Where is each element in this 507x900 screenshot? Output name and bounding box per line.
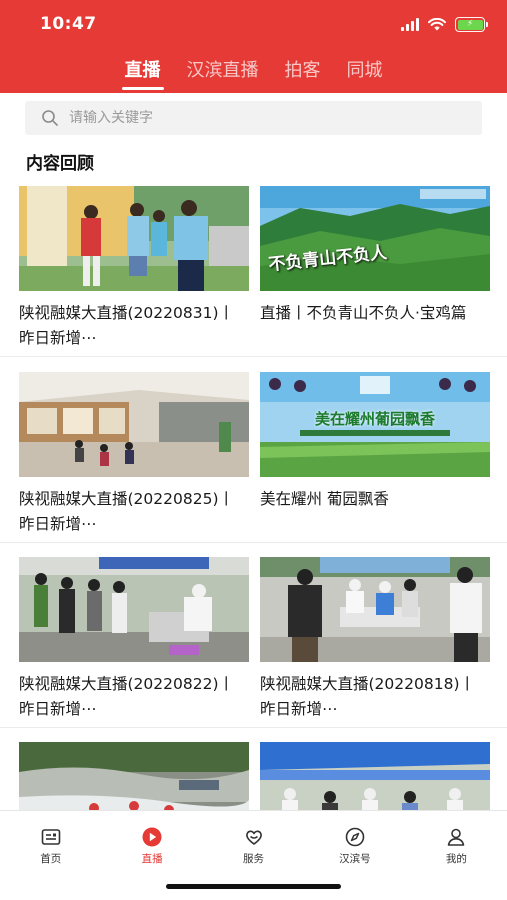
app-header: 10:47 ⚡ 直播 汉滨直播 拍客 同城 [0,0,507,93]
content-grid: 陕视融媒大直播(20220831)丨昨日新增⋯ 不负青山不负人 直播丨不负青山不… [0,186,507,810]
video-card[interactable] [260,742,490,810]
tab-live[interactable]: 直播 [125,56,161,93]
battery-icon: ⚡ [455,17,488,32]
video-title: 美在耀州 葡园飘香 [260,490,389,508]
bottom-navigation: 首页 直播 服务 汉滨号 我的 [0,810,507,872]
thumbnail-caption: 美在耀州葡园飘香 [314,410,435,428]
video-thumbnail-mall [19,372,249,477]
nav-hanbin[interactable]: 汉滨号 [304,811,405,872]
wifi-icon [428,18,446,31]
video-card[interactable]: 陕视融媒大直播(20220831)丨昨日新增⋯ [19,186,249,351]
nav-live[interactable]: 直播 [101,811,202,872]
nav-home[interactable]: 首页 [0,811,101,872]
row-divider [0,542,507,543]
video-title: 直播丨不负青山不负人·宝鸡篇 [260,304,467,322]
row-divider [0,356,507,357]
video-thumbnail-river-rescue [19,742,249,810]
video-thumbnail-tent-queue [260,742,490,810]
video-title: 陕视融媒大直播(20220822)丨昨日新增⋯ [19,675,234,718]
search-bar[interactable] [25,101,482,135]
video-title: 陕视融媒大直播(20220825)丨昨日新增⋯ [19,490,234,533]
video-thumbnail-volunteers [19,186,249,291]
video-card[interactable]: 陕视融媒大直播(20220818)丨 昨日新增⋯ [260,557,490,722]
home-icon [41,829,61,845]
status-bar: 10:47 ⚡ [0,0,507,50]
video-title: 陕视融媒大直播(20220831)丨昨日新增⋯ [19,304,234,347]
status-time: 10:47 [40,14,97,34]
row-divider [0,727,507,728]
compass-icon [345,827,365,847]
nav-label: 直播 [141,853,163,865]
home-indicator[interactable] [166,884,341,889]
video-title: 陕视融媒大直播(20220818)丨 昨日新增⋯ [260,675,475,718]
search-icon [42,110,58,126]
tab-tongcheng[interactable]: 同城 [347,56,383,93]
nav-profile[interactable]: 我的 [406,811,507,872]
video-thumbnail-mountains: 不负青山不负人 [260,186,490,291]
status-icons: ⚡ [401,17,488,32]
nav-label: 汉滨号 [339,853,371,865]
profile-icon [448,828,465,846]
video-thumbnail-testing-crowd [260,557,490,662]
nav-label: 服务 [243,853,265,865]
nav-label: 首页 [40,853,62,865]
search-input[interactable] [69,110,449,126]
tab-paike[interactable]: 拍客 [285,56,321,93]
section-title: 内容回顾 [26,154,94,174]
video-card[interactable]: 美在耀州葡园飘香 美在耀州 葡园飘香 [260,372,490,537]
top-tabs: 直播 汉滨直播 拍客 同城 [0,56,507,93]
video-card[interactable] [19,742,249,810]
video-thumbnail-vineyard: 美在耀州葡园飘香 [260,372,490,477]
tab-hanbin-live[interactable]: 汉滨直播 [187,56,259,93]
nav-service[interactable]: 服务 [203,811,304,872]
cellular-signal-icon [401,18,419,31]
service-heart-icon [245,830,262,845]
live-play-icon [142,827,162,847]
video-card[interactable]: 陕视融媒大直播(20220825)丨昨日新增⋯ [19,372,249,537]
nav-label: 我的 [445,853,467,865]
video-thumbnail-testing-site [19,557,249,662]
video-card[interactable]: 不负青山不负人 直播丨不负青山不负人·宝鸡篇 [260,186,490,351]
video-card[interactable]: 陕视融媒大直播(20220822)丨昨日新增⋯ [19,557,249,722]
